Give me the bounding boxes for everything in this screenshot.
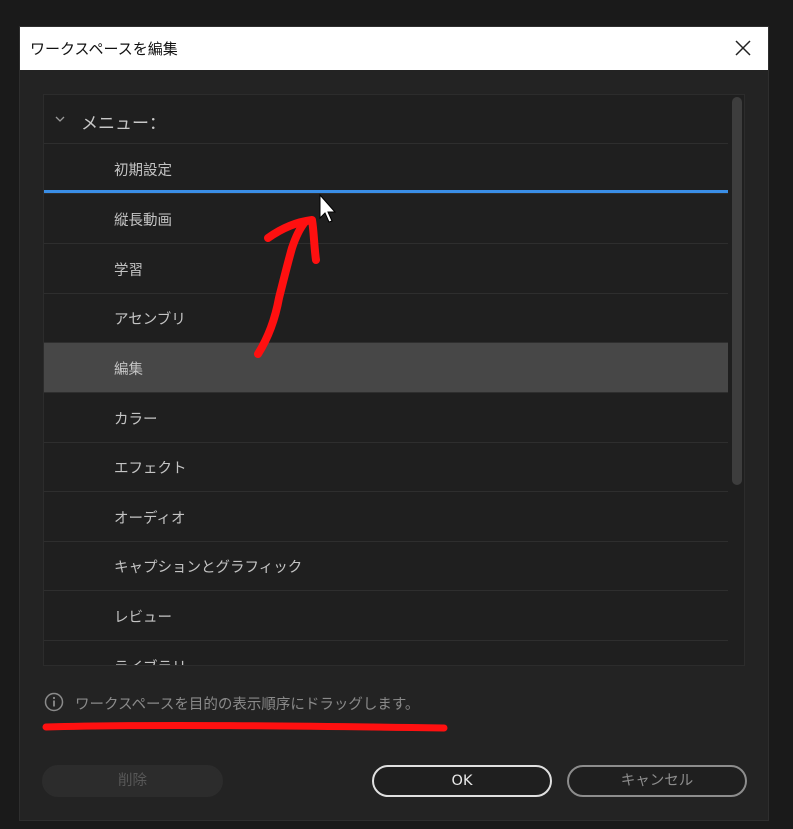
close-button[interactable]: [730, 35, 756, 61]
workspace-item-label: オーディオ: [114, 511, 186, 527]
workspace-item-label: 縦長動画: [114, 213, 172, 229]
workspace-item-learning[interactable]: 学習: [44, 244, 728, 294]
workspace-item-label: カラー: [114, 412, 158, 428]
edit-workspaces-dialog: ワークスペースを編集 メニュー： 初期設定 縦長動画 学習 アセンブリ 編集 カ…: [19, 26, 769, 821]
info-icon: [44, 692, 64, 712]
workspace-item-review[interactable]: レビュー: [44, 591, 728, 641]
hint-text: ワークスペースを目的の表示順序にドラッグします。: [75, 697, 420, 713]
workspace-item-effects[interactable]: エフェクト: [44, 442, 728, 492]
workspace-item-label: 学習: [114, 263, 143, 279]
workspace-list: メニュー： 初期設定 縦長動画 学習 アセンブリ 編集 カラー エフェクト オー…: [43, 94, 745, 666]
cancel-button[interactable]: キャンセル: [567, 765, 747, 797]
workspace-item-label: キャプションとグラフィック: [114, 560, 303, 576]
workspace-item-label: 初期設定: [114, 163, 172, 179]
workspace-item-captions-graphics[interactable]: キャプションとグラフィック: [44, 541, 728, 591]
workspace-item-libraries[interactable]: ライブラリ: [44, 641, 728, 665]
workspace-item-audio[interactable]: オーディオ: [44, 492, 728, 542]
workspace-item-label: ライブラリ: [114, 656, 187, 665]
workspace-item-default[interactable]: 初期設定: [44, 144, 728, 194]
workspace-item-color[interactable]: カラー: [44, 393, 728, 443]
menu-group-label: メニュー：: [81, 114, 166, 134]
workspace-item-label: エフェクト: [114, 461, 187, 477]
dialog-title: ワークスペースを編集: [30, 40, 178, 58]
delete-button[interactable]: 削除: [42, 765, 223, 797]
title-bar: ワークスペースを編集: [20, 27, 768, 70]
workspace-item-label: アセンブリ: [114, 312, 186, 328]
workspace-item-assembly[interactable]: アセンブリ: [44, 293, 728, 343]
workspace-item-editing[interactable]: 編集: [44, 343, 728, 393]
workspace-item-label: 編集: [114, 362, 143, 378]
workspace-item-vertical-video[interactable]: 縦長動画: [44, 194, 728, 244]
drop-indicator: [44, 190, 728, 193]
menu-group-header[interactable]: メニュー：: [44, 95, 728, 144]
close-icon: [735, 40, 751, 56]
ok-button[interactable]: OK: [372, 765, 552, 797]
workspace-item-label: レビュー: [114, 610, 172, 626]
chevron-down-icon[interactable]: [54, 113, 66, 125]
scrollbar-track[interactable]: [730, 95, 744, 665]
scrollbar-thumb[interactable]: [732, 97, 742, 485]
